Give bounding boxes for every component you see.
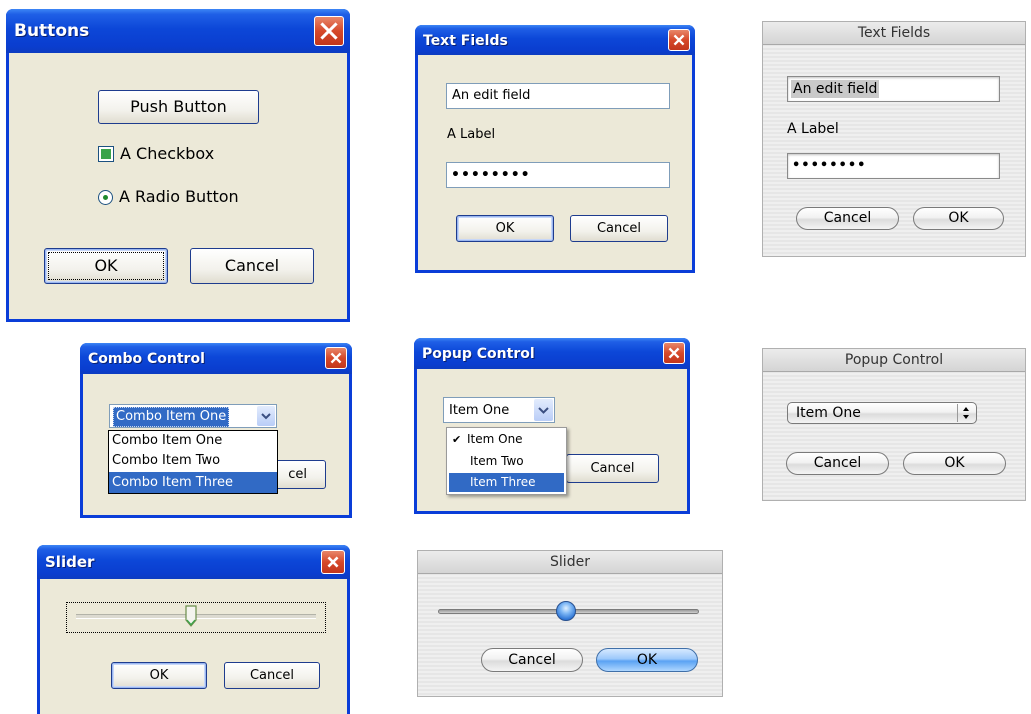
up-down-arrows-icon — [957, 404, 974, 422]
cancel-button[interactable]: Cancel — [224, 662, 320, 689]
text-fields-titlebar[interactable]: Text Fields — [415, 25, 695, 55]
slider-thumb[interactable] — [185, 605, 198, 627]
ok-button[interactable]: OK — [903, 452, 1006, 475]
popup-control-client: Cancel Item One ✔ Item One Item Two Item… — [417, 369, 687, 511]
popup-box[interactable]: Item One — [443, 397, 555, 423]
combo-item[interactable]: Combo Item Two — [109, 451, 277, 471]
popup-control-window-mac: Popup Control Item One Cancel OK — [762, 348, 1026, 501]
slider-knob[interactable] — [556, 601, 577, 621]
cancel-button[interactable]: Cancel — [190, 248, 314, 284]
close-icon[interactable] — [314, 16, 344, 46]
popup-menu-item[interactable]: Item One — [467, 431, 523, 447]
text-fields-window-xp: Text Fields An edit field A Label ••••••… — [415, 25, 695, 273]
slider-client: OK Cancel — [40, 579, 347, 714]
cancel-button[interactable]: Cancel — [570, 215, 668, 242]
text-fields-window-mac: Text Fields An edit field A Label ••••••… — [762, 21, 1026, 257]
cancel-button[interactable]: Cancel — [796, 207, 899, 230]
close-icon[interactable] — [668, 29, 690, 51]
combo-control-titlebar[interactable]: Combo Control — [80, 343, 352, 374]
popup-button[interactable]: Item One — [787, 402, 977, 424]
checkbox-check-mark — [101, 149, 111, 159]
buttons-window-titlebar[interactable]: Buttons — [6, 9, 350, 53]
combo-dropdown-list: Combo Item One Combo Item Two Combo Item… — [108, 430, 278, 494]
checkbox-label: A Checkbox — [120, 144, 215, 163]
window-title: Combo Control — [88, 351, 205, 367]
popup-control-window-xp: Popup Control Cancel Item One ✔ Item One… — [414, 338, 690, 514]
window-title: Text Fields — [763, 22, 1025, 45]
combo-control-client: cel Combo Item One Combo Item One Combo … — [83, 374, 349, 515]
radio-button[interactable] — [98, 190, 113, 205]
text-fields-client: An edit field A Label •••••••• OK Cancel — [418, 55, 692, 270]
window-title: Popup Control — [422, 346, 535, 362]
combo-item[interactable]: Combo Item One — [109, 431, 277, 451]
cancel-button[interactable]: Cancel — [566, 454, 659, 483]
combo-box[interactable]: Combo Item One — [109, 404, 277, 428]
push-button[interactable]: Push Button — [98, 90, 259, 124]
edit-field[interactable]: An edit field — [787, 76, 1000, 102]
buttons-window-client: Push Button A Checkbox A Radio Button OK… — [9, 53, 347, 319]
cancel-button[interactable]: Cancel — [481, 648, 583, 672]
slider-titlebar[interactable]: Slider — [37, 545, 350, 579]
edit-field[interactable]: An edit field — [446, 83, 670, 109]
checkbox[interactable] — [98, 146, 114, 162]
checkmark-icon: ✔ — [452, 433, 462, 446]
popup-menu-item-label: Item Three — [470, 475, 536, 489]
popup-menu: ✔ Item One Item Two Item Three — [446, 427, 567, 495]
password-field[interactable]: •••••••• — [446, 162, 670, 188]
popup-control-titlebar[interactable]: Popup Control — [414, 338, 690, 369]
popup-menu-item-highlighted[interactable]: Item Three — [449, 473, 564, 492]
chevron-down-icon[interactable] — [534, 399, 553, 421]
ok-button[interactable]: OK — [913, 207, 1004, 230]
radio-dot — [103, 195, 108, 200]
combo-selected-value: Combo Item One — [113, 407, 230, 427]
edit-field-selected-text: An edit field — [791, 80, 880, 98]
field-label: A Label — [447, 127, 496, 142]
window-title: Buttons — [14, 21, 90, 41]
cancel-button-label: cel — [288, 467, 307, 482]
password-field[interactable]: •••••••• — [787, 153, 1000, 179]
popup-selected-value: Item One — [449, 403, 510, 418]
window-title: Text Fields — [423, 33, 508, 49]
popup-menu-item[interactable]: Item Two — [470, 453, 524, 469]
combo-control-window: Combo Control cel Combo Item One Combo I… — [80, 343, 352, 518]
window-title: Popup Control — [763, 349, 1025, 372]
combo-item-highlighted[interactable]: Combo Item Three — [109, 472, 277, 493]
slider-window-mac: Slider Cancel OK — [417, 550, 723, 697]
buttons-window: Buttons Push Button A Checkbox A Radio B… — [6, 9, 350, 322]
close-icon[interactable] — [321, 550, 345, 574]
popup-selected-value: Item One — [796, 405, 861, 421]
ok-button[interactable]: OK — [456, 215, 554, 242]
ok-button[interactable]: OK — [111, 662, 207, 689]
window-title: Slider — [45, 553, 95, 571]
ok-button[interactable]: OK — [596, 648, 698, 672]
field-label: A Label — [787, 121, 839, 137]
close-icon[interactable] — [325, 347, 347, 369]
radio-label: A Radio Button — [119, 187, 239, 206]
slider-window-xp: Slider OK Cancel — [37, 545, 350, 714]
window-title: Slider — [418, 551, 722, 574]
cancel-button[interactable]: Cancel — [786, 452, 889, 475]
chevron-down-icon[interactable] — [257, 406, 275, 426]
ok-button[interactable]: OK — [44, 248, 168, 284]
close-icon[interactable] — [663, 342, 685, 364]
